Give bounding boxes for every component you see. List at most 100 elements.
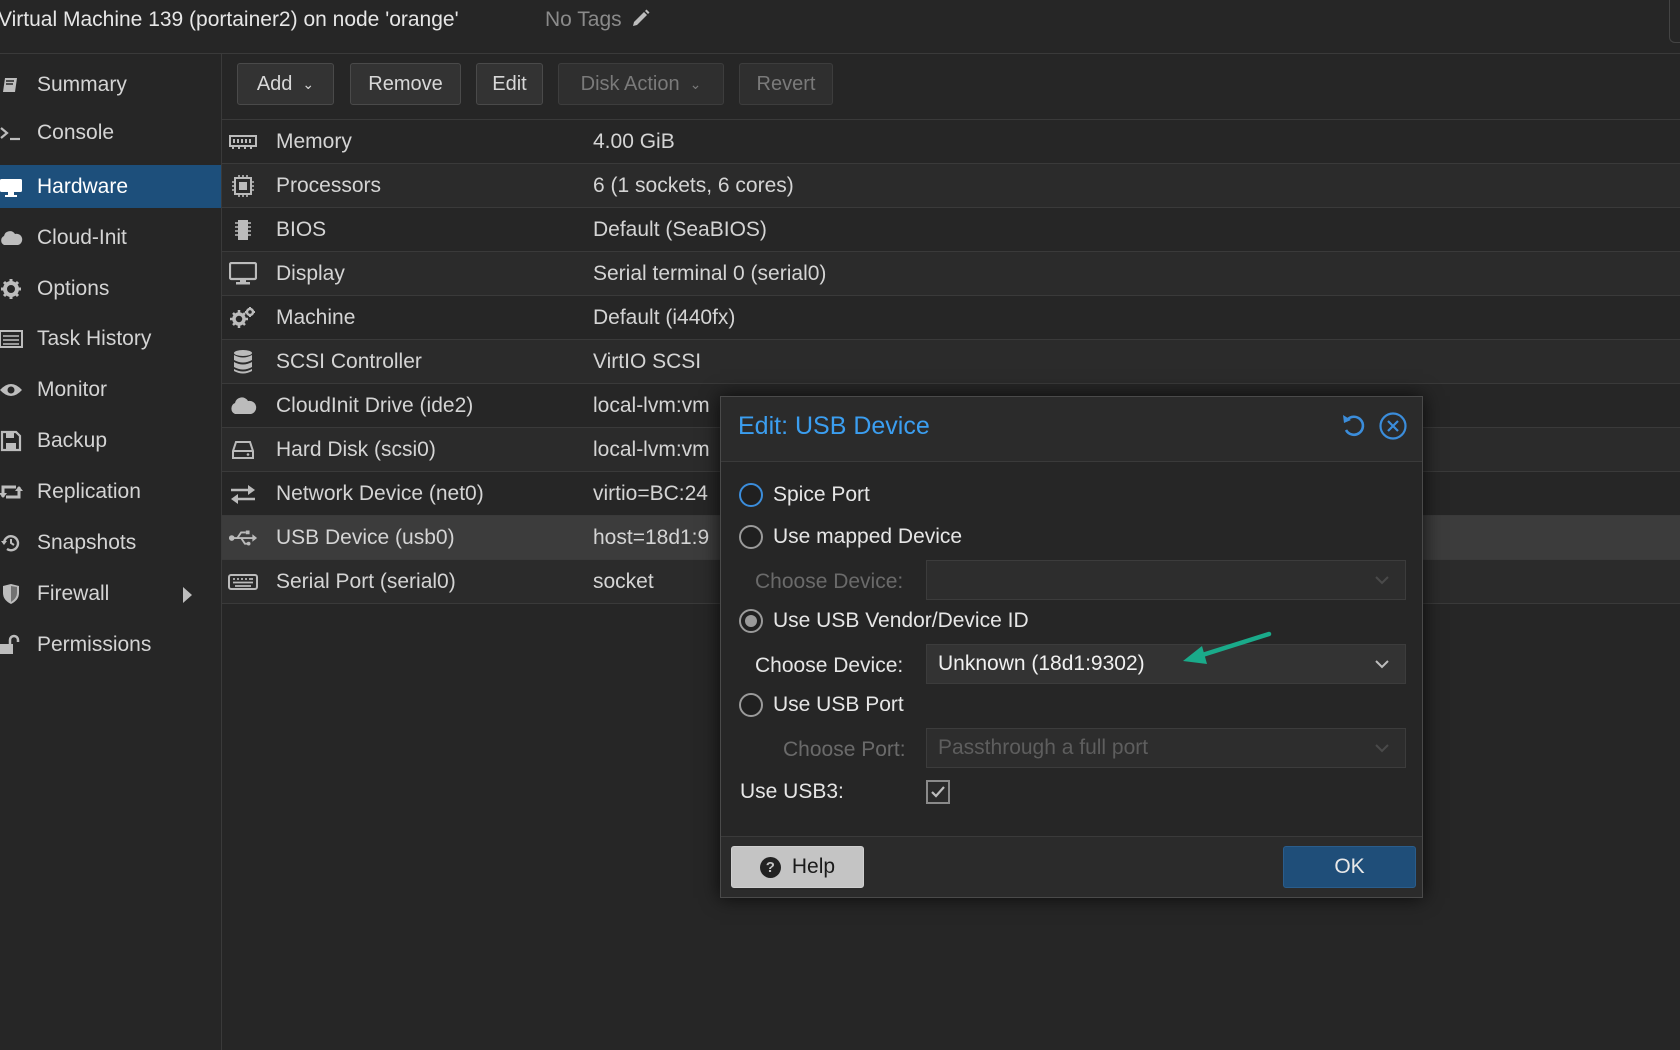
row-value: 6 (1 sockets, 6 cores)	[593, 173, 794, 197]
mapped-device-label: Choose Device:	[755, 570, 904, 593]
sidebar-item-label: Replication	[37, 479, 141, 503]
row-key: USB Device (usb0)	[276, 525, 455, 549]
dialog-title: Edit: USB Device	[738, 412, 930, 440]
dialog-tools	[1340, 411, 1408, 441]
edit-button-label: Edit	[492, 72, 527, 95]
sidebar-item-firewall[interactable]: Firewall	[0, 572, 221, 615]
edit-button[interactable]: Edit	[476, 63, 543, 105]
window-edge	[1669, 0, 1680, 43]
disk-action-button-label: Disk Action	[580, 72, 680, 95]
add-button[interactable]: Add ⌄	[237, 63, 334, 105]
add-button-label: Add	[256, 72, 293, 95]
row-value: Serial terminal 0 (serial0)	[593, 261, 827, 285]
dialog-footer: ? Help OK	[721, 835, 1422, 897]
keyboard-icon	[228, 573, 258, 591]
expand-arrow-icon[interactable]	[183, 587, 192, 603]
radio-label: Spice Port	[773, 483, 870, 506]
exchange-icon	[228, 483, 258, 505]
terminal-icon	[0, 123, 25, 143]
usb-port-radio[interactable]: Use USB Port	[739, 688, 904, 722]
cogs-icon	[228, 306, 258, 330]
sidebar-item-hardware[interactable]: Hardware	[0, 165, 221, 208]
sidebar-item-label: Task History	[37, 326, 152, 350]
radio-button[interactable]	[739, 693, 763, 717]
table-row[interactable]: Memory 4.00 GiB	[222, 119, 1680, 163]
spice-port-radio[interactable]: Spice Port	[739, 478, 870, 512]
list-icon	[0, 329, 25, 349]
gear-icon	[0, 278, 25, 300]
sidebar-item-label: Hardware	[37, 174, 129, 198]
sidebar-item-permissions[interactable]: Permissions	[0, 623, 221, 666]
radio-button[interactable]	[739, 525, 763, 549]
cpu-icon	[228, 174, 258, 198]
chevron-down-icon	[1375, 744, 1389, 753]
radio-label: Use USB Vendor/Device ID	[773, 609, 1029, 632]
dialog-body: Spice Port Use mapped Device Choose Devi…	[721, 461, 1422, 837]
help-button-label: Help	[791, 855, 836, 878]
ok-button-label: OK	[1334, 855, 1365, 878]
memory-icon	[228, 134, 258, 150]
usb3-label: Use USB3:	[740, 780, 844, 803]
help-button[interactable]: ? Help	[731, 846, 864, 888]
close-icon[interactable]	[1378, 411, 1408, 441]
revert-button[interactable]: Revert	[739, 63, 833, 105]
ok-button[interactable]: OK	[1283, 846, 1416, 888]
hdd-icon	[228, 440, 258, 460]
radio-button[interactable]	[739, 483, 763, 507]
sidebar: Summary Console Hardware Cloud-Init Opti…	[0, 54, 222, 1050]
table-row[interactable]: Display Serial terminal 0 (serial0)	[222, 251, 1680, 295]
sidebar-item-task-history[interactable]: Task History	[0, 317, 221, 360]
history-icon	[0, 532, 25, 554]
database-icon	[228, 349, 258, 375]
chevron-down-icon: ⌄	[689, 75, 702, 92]
usb-port-placeholder: Passthrough a full port	[938, 736, 1149, 759]
chevron-down-icon	[1375, 576, 1389, 585]
sidebar-item-console[interactable]: Console	[0, 111, 221, 154]
hardware-toolbar: Add ⌄ Remove Edit Disk Action ⌄ Revert	[222, 54, 1680, 119]
tags-field[interactable]: No Tags	[545, 8, 651, 32]
book-icon	[0, 75, 25, 95]
radio-button[interactable]	[739, 609, 763, 633]
edit-usb-dialog: Edit: USB Device Spice Port Use mapped D…	[720, 396, 1423, 898]
table-row[interactable]: Processors 6 (1 sockets, 6 cores)	[222, 163, 1680, 207]
row-value: local-lvm:vm	[593, 437, 710, 461]
shield-icon	[0, 583, 25, 605]
row-key: Memory	[276, 129, 352, 153]
chevron-down-icon[interactable]	[1373, 655, 1391, 673]
row-key: Serial Port (serial0)	[276, 569, 456, 593]
reset-icon[interactable]	[1340, 411, 1368, 439]
sidebar-item-monitor[interactable]: Monitor	[0, 368, 221, 411]
mapped-device-select[interactable]	[926, 560, 1406, 600]
row-key: Network Device (net0)	[276, 481, 484, 505]
usb3-checkbox[interactable]	[926, 780, 950, 804]
sidebar-item-summary[interactable]: Summary	[0, 63, 221, 106]
page-title: Virtual Machine 139 (portainer2) on node…	[0, 8, 459, 31]
table-row[interactable]: BIOS Default (SeaBIOS)	[222, 207, 1680, 251]
disk-action-button[interactable]: Disk Action ⌄	[558, 63, 724, 105]
pencil-icon[interactable]	[631, 8, 651, 28]
revert-button-label: Revert	[756, 72, 816, 95]
cloud-icon	[0, 228, 25, 248]
sidebar-item-cloud-init[interactable]: Cloud-Init	[0, 216, 221, 259]
table-row[interactable]: SCSI Controller VirtIO SCSI	[222, 339, 1680, 383]
table-row[interactable]: Machine Default (i440fx)	[222, 295, 1680, 339]
row-value: host=18d1:9	[593, 525, 710, 549]
sidebar-item-options[interactable]: Options	[0, 267, 221, 310]
usb-port-select[interactable]: Passthrough a full port	[926, 728, 1406, 768]
chevron-down-icon: ⌄	[302, 75, 315, 92]
annotation-arrow-icon	[1183, 631, 1272, 664]
row-key: BIOS	[276, 217, 327, 241]
radio-label: Use USB Port	[773, 693, 904, 716]
sidebar-item-snapshots[interactable]: Snapshots	[0, 521, 221, 564]
usb-icon	[228, 528, 258, 548]
sidebar-item-backup[interactable]: Backup	[0, 419, 221, 462]
row-key: CloudInit Drive (ide2)	[276, 393, 474, 417]
mapped-device-radio[interactable]: Use mapped Device	[739, 520, 962, 554]
row-value: VirtIO SCSI	[593, 349, 702, 373]
remove-button[interactable]: Remove	[350, 63, 461, 105]
vendor-device-id-radio[interactable]: Use USB Vendor/Device ID	[739, 604, 1029, 638]
sidebar-item-replication[interactable]: Replication	[0, 470, 221, 513]
row-value: socket	[593, 569, 654, 593]
row-value: Default (i440fx)	[593, 305, 736, 329]
sidebar-item-label: Backup	[37, 428, 108, 452]
